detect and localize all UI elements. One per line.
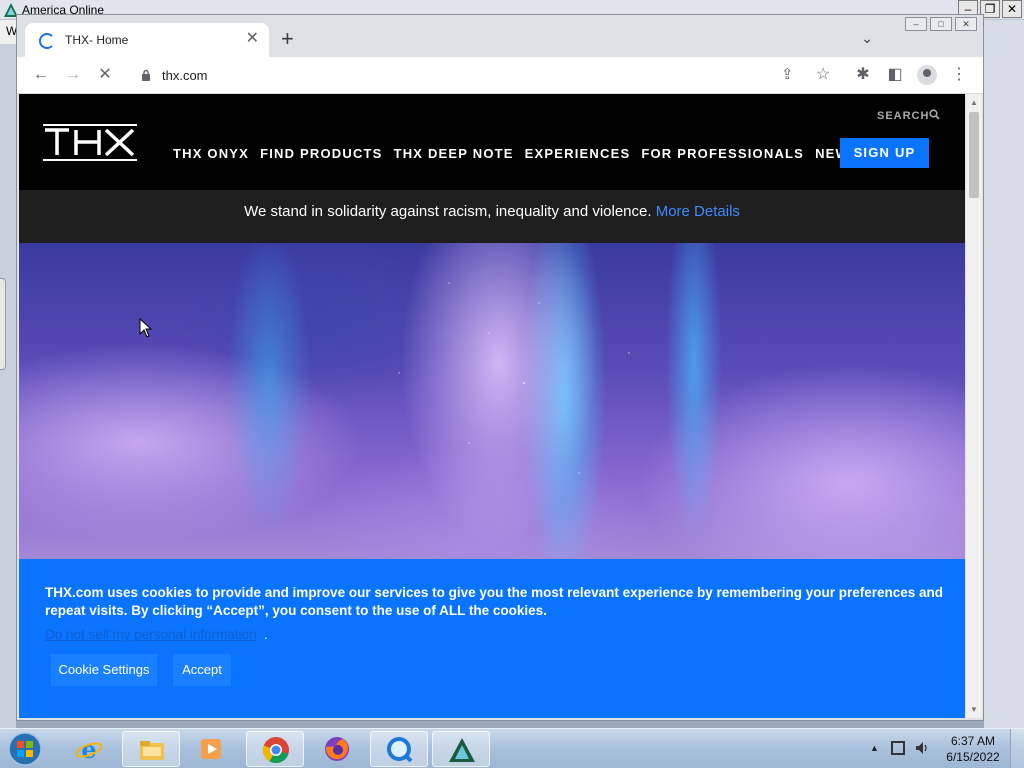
side-panel-icon[interactable]: ◧ [885,65,905,85]
taskbar-aol[interactable] [432,731,490,767]
system-clock[interactable]: 6:37 AM 6/15/2022 [940,733,1006,765]
aol-side-handle[interactable] [0,278,6,370]
media-player-icon [201,739,221,759]
nav-thx-onyx[interactable]: THX ONYX [173,146,249,161]
tab-close-icon[interactable]: ✕ [246,30,259,48]
nav-experiences[interactable]: EXPERIENCES [525,146,631,161]
cookie-consent-banner: THX.com uses cookies to provide and impr… [19,559,965,718]
stop-loading-icon[interactable]: ✕ [95,65,115,85]
search-link[interactable]: SEARCH [877,110,929,122]
aol-right-pane [984,20,1024,728]
scrollbar-thumb[interactable] [969,112,979,198]
lock-icon [142,69,150,81]
solidarity-banner: We stand in solidarity against racism, i… [19,190,965,243]
chrome-icon [262,737,289,764]
share-icon[interactable]: ⇪ [781,65,794,83]
start-button[interactable] [4,731,46,767]
hero-stars [19,243,965,563]
tab-strip: THX- Home ✕ + ⌄ – □ ✕ [17,15,983,57]
search-icon[interactable] [929,109,940,120]
chrome-menu-icon[interactable]: ⋮ [949,65,969,85]
scroll-up-icon[interactable]: ▲ [970,98,978,107]
page-scrollbar[interactable]: ▲ ▼ [965,94,982,718]
do-not-sell-link[interactable]: Do not sell my personal information [45,627,257,642]
nav-thx-deep-note[interactable]: THX DEEP NOTE [394,146,514,161]
nav-for-professionals[interactable]: FOR PROFESSIONALS [641,146,804,161]
taskbar-quicktime[interactable] [370,731,428,767]
browser-toolbar: ← → ✕ thx.com ⇪ ☆ ✱ ◧ ⋮ [17,57,983,94]
forward-icon[interactable]: → [63,65,83,85]
aol-icon [449,738,475,762]
address-bar[interactable]: thx.com ⇪ ☆ [129,61,849,90]
network-icon[interactable] [891,741,905,755]
quicktime-icon [387,737,413,763]
extensions-icon[interactable]: ✱ [853,65,873,85]
back-icon[interactable]: ← [31,65,51,85]
taskbar-internet-explorer[interactable]: e [60,731,118,767]
taskbar-media-player[interactable] [182,731,240,767]
new-tab-button[interactable]: + [281,28,294,50]
minimize-button[interactable]: – [905,17,927,31]
internet-explorer-icon: e [75,735,103,763]
tab-thx-home[interactable]: THX- Home ✕ [25,23,269,57]
scroll-down-icon[interactable]: ▼ [970,705,978,714]
cookie-text: THX.com uses cookies to provide and impr… [45,585,944,618]
tab-search-icon[interactable]: ⌄ [861,30,873,47]
volume-icon[interactable] [914,740,930,756]
clock-date: 6/15/2022 [946,750,1000,764]
svg-text:e: e [81,735,96,763]
firefox-icon [325,737,349,761]
tray-expand-icon[interactable]: ▲ [870,743,879,753]
profile-avatar-icon[interactable] [917,65,937,85]
page-viewport: SEARCH THX ONYX FIND PRODUCTS THX DEEP N… [19,94,965,718]
windows-taskbar: e ▲ 6:37 AM 6/15/2022 [0,728,1024,768]
cookie-link-period: . [264,627,268,642]
nav-find-products[interactable]: FIND PRODUCTS [260,146,383,161]
close-button[interactable]: ✕ [955,17,977,31]
show-desktop-button[interactable] [1010,729,1024,768]
hero-image [19,243,965,563]
taskbar-file-explorer[interactable] [122,731,180,767]
more-details-link[interactable]: More Details [656,203,740,220]
taskbar-firefox[interactable] [308,731,366,767]
bookmark-star-icon[interactable]: ☆ [816,64,830,84]
url-text[interactable]: thx.com [162,68,208,83]
mouse-cursor-icon [139,318,153,338]
site-header: SEARCH THX ONYX FIND PRODUCTS THX DEEP N… [19,94,965,190]
taskbar-chrome[interactable] [246,731,304,767]
main-nav: THX ONYX FIND PRODUCTS THX DEEP NOTE EXP… [173,146,859,161]
accept-cookies-button[interactable]: Accept [173,654,231,686]
sign-up-button[interactable]: SIGN UP [840,138,929,168]
loading-spinner-icon [39,33,55,49]
banner-text: We stand in solidarity against racism, i… [244,203,656,220]
clock-time: 6:37 AM [950,734,996,748]
chrome-window: THX- Home ✕ + ⌄ – □ ✕ ← → ✕ thx.com ⇪ ☆ … [16,14,984,721]
aol-close-button[interactable]: ✕ [1002,0,1022,18]
maximize-button[interactable]: □ [930,17,952,31]
folder-icon [140,741,164,760]
tab-title: THX- Home [65,33,129,47]
aol-left-pane [0,44,16,728]
thx-logo[interactable] [43,124,137,162]
cookie-settings-button[interactable]: Cookie Settings [51,654,157,686]
